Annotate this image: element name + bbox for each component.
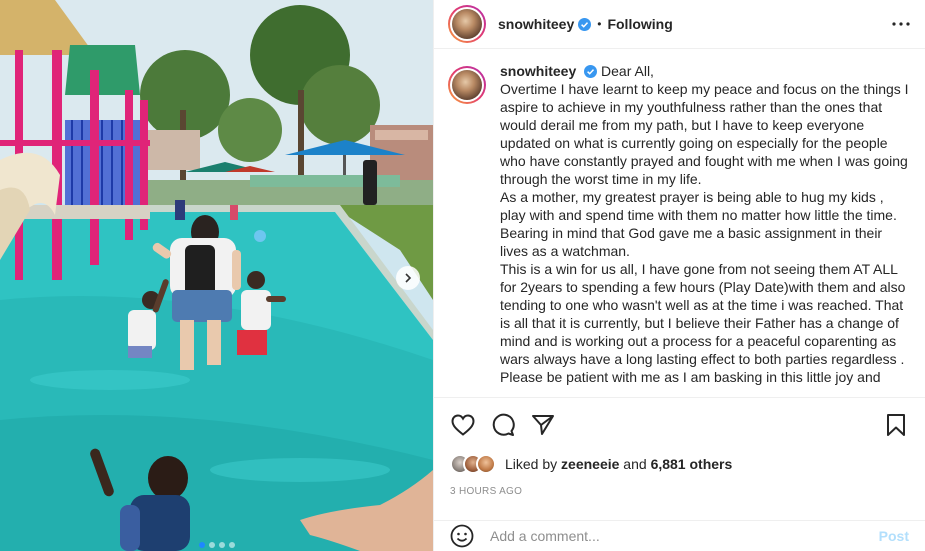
liker-avatar[interactable] <box>476 454 496 474</box>
likes-summary: Liked by zeeneeie and 6,881 others <box>450 452 909 476</box>
likes-prefix: Liked by <box>505 456 562 472</box>
post-header: snowhiteey • Following <box>434 0 925 49</box>
caption-paragraph: Overtime I have learnt to keep my peace … <box>500 81 909 187</box>
username[interactable]: snowhiteey <box>498 16 574 32</box>
caption-username[interactable]: snowhiteey <box>500 63 576 79</box>
post-comment-button[interactable]: Post <box>879 528 909 544</box>
pool-scene-image <box>0 0 433 551</box>
bookmark-icon <box>887 413 905 436</box>
caption-scroll-area[interactable]: snowhiteey Dear All, Overtime I have lea… <box>434 50 925 397</box>
carousel-dot[interactable] <box>198 542 205 548</box>
comment-input[interactable] <box>490 527 879 544</box>
caption-paragraph: Please be patient with me as I am baskin… <box>500 369 881 385</box>
more-options-icon <box>892 22 910 26</box>
like-button[interactable] <box>450 412 476 438</box>
share-icon <box>532 414 554 435</box>
heart-icon <box>451 413 475 436</box>
share-button[interactable] <box>530 412 556 438</box>
chevron-right-icon <box>405 273 412 283</box>
verified-badge-icon <box>584 65 598 78</box>
more-options-button[interactable] <box>889 12 913 36</box>
comment-icon <box>492 413 515 436</box>
following-button[interactable]: Following <box>607 16 672 32</box>
carousel-dot[interactable] <box>218 542 225 548</box>
action-bar <box>434 397 925 451</box>
caption-greeting: Dear All, <box>601 63 654 79</box>
caption-first-line: snowhiteey Dear All, <box>500 62 911 80</box>
carousel-dot[interactable] <box>208 542 215 548</box>
likes-count[interactable]: 6,881 others <box>651 456 733 472</box>
caption-paragraph: This is a win for us all, I have gone fr… <box>500 261 906 367</box>
emoji-button[interactable] <box>450 524 474 548</box>
carousel-next-button[interactable] <box>396 266 420 290</box>
carousel-indicator <box>0 542 433 548</box>
caption: snowhiteey Dear All, Overtime I have lea… <box>500 62 911 386</box>
liker-username[interactable]: zeeneeie <box>561 456 619 472</box>
carousel-dot[interactable] <box>228 542 235 548</box>
separator-dot: • <box>597 17 602 31</box>
likes-text: Liked by zeeneeie and 6,881 others <box>505 456 732 472</box>
verified-badge-icon <box>578 17 592 31</box>
likes-and: and <box>619 456 651 472</box>
save-button[interactable] <box>883 412 909 438</box>
caption-avatar[interactable] <box>448 66 486 104</box>
emoji-icon <box>450 524 474 547</box>
post-details-panel: snowhiteey • Following snowhiteey Dear A… <box>433 0 925 551</box>
post-photo[interactable] <box>0 0 433 551</box>
comment-bar: Post <box>434 520 925 551</box>
caption-paragraph: As a mother, my greatest prayer is being… <box>500 189 897 259</box>
post-timestamp[interactable]: 3 HOURS AGO <box>450 486 522 497</box>
comment-button[interactable] <box>490 412 516 438</box>
avatar[interactable] <box>448 5 486 43</box>
caption-row: snowhiteey Dear All, Overtime I have lea… <box>448 62 911 386</box>
instagram-post: snowhiteey • Following snowhiteey Dear A… <box>0 0 925 551</box>
